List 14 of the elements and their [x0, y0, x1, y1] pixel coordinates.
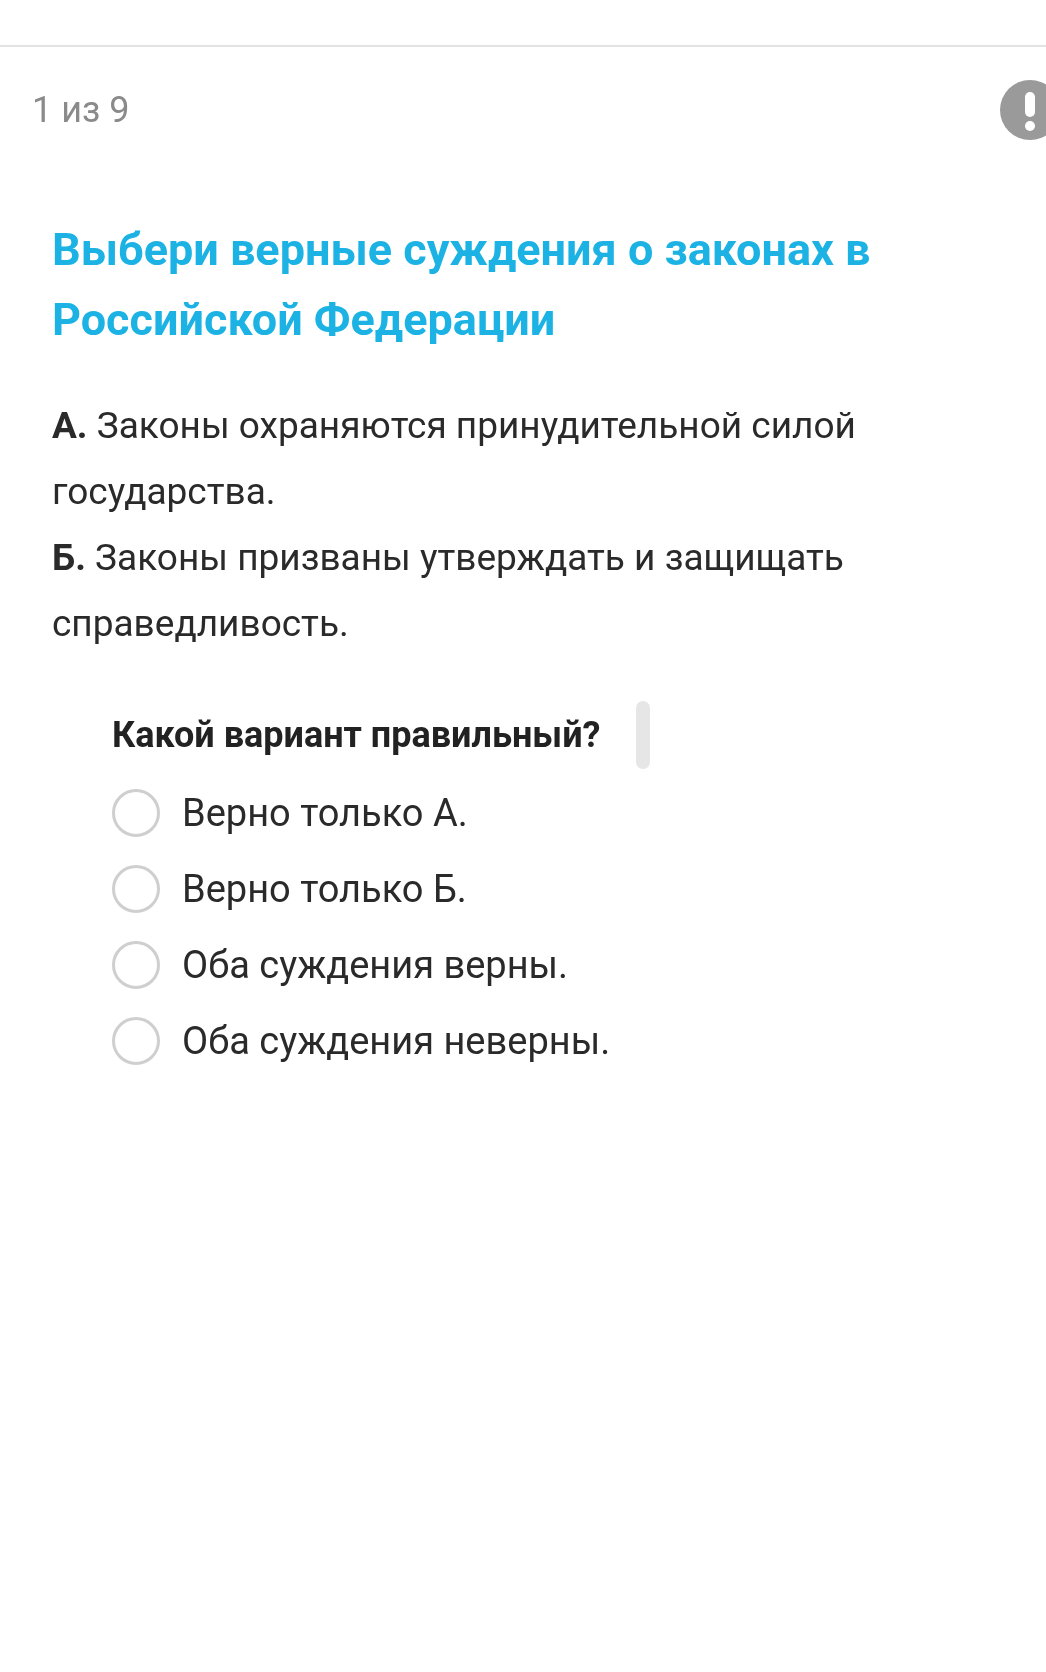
question-text: Какой вариант правильный? [112, 713, 601, 758]
radio-button[interactable] [112, 865, 160, 913]
task-title: Выбери верные суждения о законах в Российской Федерации [51, 222, 872, 348]
answer-option[interactable]: Оба суждения неверны. [112, 1003, 1046, 1079]
radio-button[interactable] [112, 1017, 160, 1065]
scroll-indicator [636, 701, 651, 769]
statement-text: А. Законы охраняются принудительной силой государства. [52, 403, 857, 515]
question-counter: 1 из 9 [32, 92, 130, 128]
answer-option[interactable]: Оба суждения верны. [112, 927, 1046, 1003]
answer-option[interactable]: Верно только А. [112, 775, 1046, 851]
answer-option[interactable]: Верно только Б. [112, 851, 1046, 927]
statement-text: Б. Законы призваны утверждать и защищать справедливость. [52, 535, 845, 647]
radio-button[interactable] [112, 941, 160, 989]
radio-button[interactable] [112, 789, 160, 837]
